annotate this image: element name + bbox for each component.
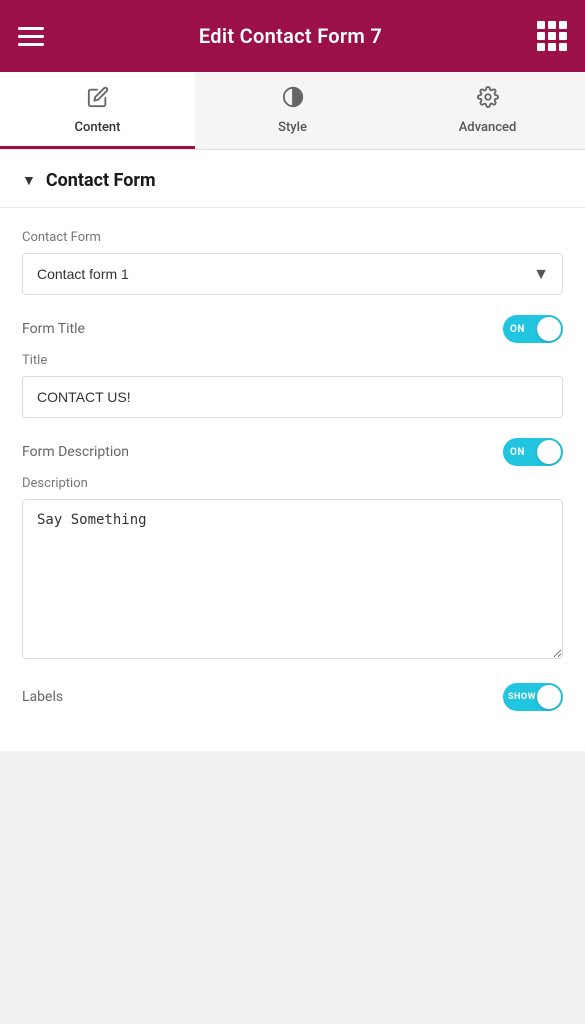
tab-advanced[interactable]: Advanced [390, 72, 585, 149]
tab-content-label: Content [75, 120, 121, 135]
tab-advanced-label: Advanced [459, 120, 517, 135]
page-title: Edit Contact Form 7 [199, 24, 382, 48]
form-description-toggle-track[interactable]: ON [503, 438, 563, 466]
section-header: ▼ Contact Form [0, 150, 585, 208]
labels-label: Labels [22, 689, 63, 705]
form-title-row: Form Title ON [22, 315, 563, 343]
form-description-row: Form Description ON [22, 438, 563, 466]
gear-icon [477, 86, 499, 114]
form-title-label: Form Title [22, 321, 85, 337]
contact-form-select-wrapper: Contact form 1 ▼ [22, 253, 563, 295]
form-description-toggle-thumb [537, 440, 561, 464]
content-area: Contact Form Contact form 1 ▼ Form Title… [0, 208, 585, 751]
tab-style[interactable]: Style [195, 72, 390, 149]
labels-toggle-track[interactable]: SHOW [503, 683, 563, 711]
tab-content[interactable]: Content [0, 72, 195, 149]
pencil-icon [87, 86, 109, 114]
title-field-group: Title [22, 353, 563, 418]
labels-toggle[interactable]: SHOW [503, 683, 563, 711]
description-label: Description [22, 476, 563, 491]
grid-menu-button[interactable] [537, 21, 567, 51]
title-input[interactable] [22, 376, 563, 418]
app-header: Edit Contact Form 7 [0, 0, 585, 72]
form-title-toggle-thumb [537, 317, 561, 341]
contact-form-label: Contact Form [22, 230, 563, 245]
title-label: Title [22, 353, 563, 368]
section-collapse-arrow[interactable]: ▼ [22, 172, 36, 189]
section-title: Contact Form [46, 170, 156, 191]
tab-bar: Content Style Advanced [0, 72, 585, 150]
tab-style-label: Style [278, 120, 307, 135]
hamburger-menu-button[interactable] [18, 27, 44, 46]
labels-row: Labels SHOW [22, 683, 563, 711]
labels-toggle-thumb [537, 685, 561, 709]
form-title-toggle-label: ON [510, 324, 525, 335]
description-field-group: Description Say Something [22, 476, 563, 663]
form-description-toggle-label: ON [510, 447, 525, 458]
description-textarea[interactable]: Say Something [22, 499, 563, 659]
form-title-toggle-track[interactable]: ON [503, 315, 563, 343]
contact-form-field-group: Contact Form Contact form 1 ▼ [22, 230, 563, 295]
style-icon [282, 86, 304, 114]
form-description-toggle[interactable]: ON [503, 438, 563, 466]
labels-toggle-label: SHOW [508, 692, 536, 702]
form-description-label: Form Description [22, 444, 129, 460]
form-title-toggle[interactable]: ON [503, 315, 563, 343]
contact-form-select[interactable]: Contact form 1 [22, 253, 563, 295]
